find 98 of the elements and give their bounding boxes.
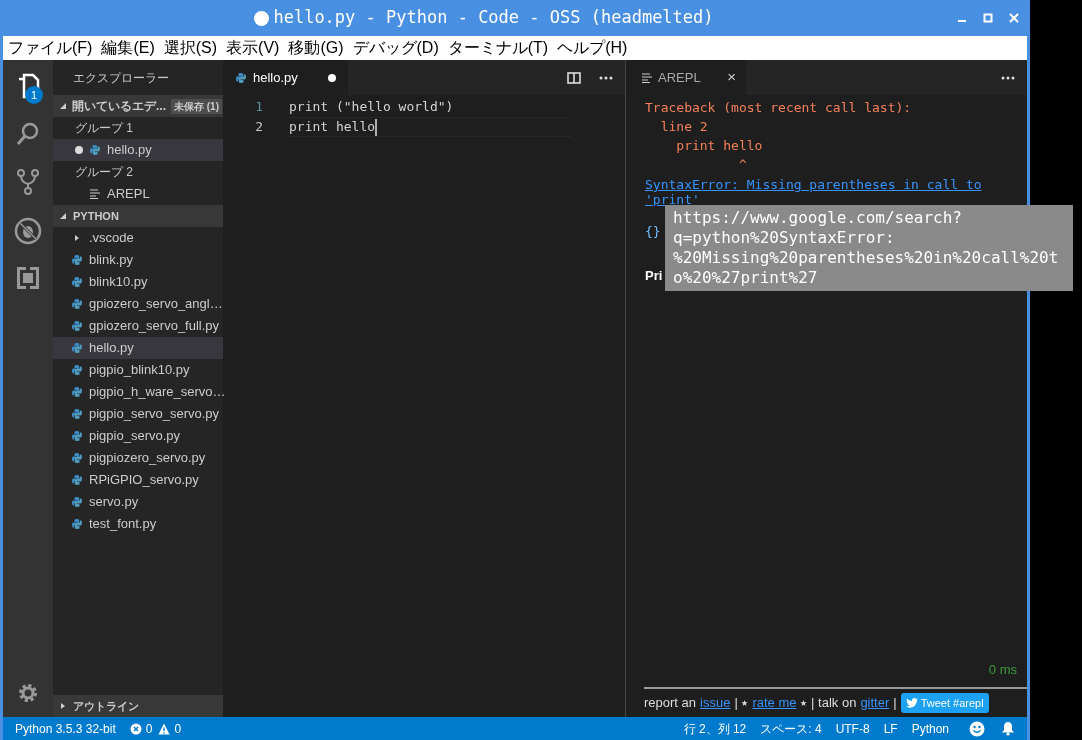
section-header[interactable]: PYTHON [53,205,223,227]
split-editor-icon[interactable] [567,71,581,84]
indentation-status[interactable]: スペース: 4 [760,719,822,738]
section-heading: Pri [645,266,663,285]
notification-badge: 1 [25,86,43,104]
close-tab-button[interactable]: × [727,66,736,89]
window-title: hello.py - Python - Code - OSS (headmelted) [273,6,714,30]
lines-icon [90,189,100,199]
line-ending-status[interactable]: LF [883,719,898,738]
traceback-line: ^ [737,156,748,174]
python-file-icon [71,320,83,332]
file-item[interactable]: .vscode [53,227,223,249]
python-file-icon [71,518,83,530]
error-icon [129,722,142,735]
menu-item[interactable]: ターミナル(T) [447,36,549,60]
python-file-icon [235,71,247,84]
cursor-position[interactable]: 行 2、列 12 [683,719,747,738]
menu-item[interactable]: ファイル(F) [8,36,93,60]
python-file-icon [89,144,101,156]
file-item[interactable]: pigpiozero_servo.py [53,447,223,469]
bird-icon [905,698,918,708]
line-number: 2 [254,118,264,137]
close-icon[interactable] [1009,13,1019,23]
menu-item[interactable]: ヘルプ(H) [557,36,628,60]
python-file-icon [71,386,83,398]
extensions-icon[interactable] [16,266,40,290]
editor-tab[interactable]: hello.py [223,60,348,95]
python-file-icon [71,254,83,266]
python-file-icon [71,430,83,442]
code-line: print ("hello world") [289,98,455,117]
file-item[interactable]: pigpio_h_ware_servo… [53,381,223,403]
unsaved-badge: 未保存 (1) [171,98,222,114]
arepl-tab[interactable]: AREPL × [626,60,746,95]
section-header[interactable]: 開いているエデ... 未保存 (1) [53,95,223,117]
python-file-icon [71,452,83,464]
encoding-status[interactable]: UTF-8 [835,719,870,738]
problems-status[interactable]: 0 0 [129,719,182,738]
open-editor-item[interactable]: AREPL [53,183,223,205]
error-link[interactable]: 'print' [645,194,1027,206]
bell-icon[interactable] [1001,721,1015,736]
traceback-line: print hello [675,137,764,155]
sidebar-title: エクスプローラー [73,69,169,87]
menu-item[interactable]: 表示(V) [226,36,280,60]
gitter-link[interactable]: gitter [860,693,890,713]
python-file-icon [71,496,83,508]
url-tooltip: https://www.google.com/search? q=python%20SyntaxError: %20Missing%20parentheses%20in%20call%20t o%20%27print%27 [665,205,1073,291]
expand-caret-icon [73,234,81,242]
search-icon[interactable] [15,121,41,147]
python-file-icon [71,408,83,420]
line-number: 1 [254,98,264,117]
file-item[interactable]: hello.py [53,337,223,359]
maximize-icon[interactable] [983,13,993,23]
file-item[interactable]: pigpio_servo_servo.py [53,403,223,425]
issue-link[interactable]: issue [700,693,731,713]
file-item[interactable]: gpiozero_servo_angl… [53,293,223,315]
interpreter-status[interactable]: Python 3.5.3 32-bit [15,719,116,738]
timing-text: 0 ms [988,660,1017,679]
warning-icon [158,722,171,735]
group-label: グループ 2 [75,164,133,181]
file-item[interactable]: blink10.py [53,271,223,293]
python-file-icon [71,276,83,288]
menu-item[interactable]: デバッグ(D) [352,36,439,60]
footer-text: | ⭑ [734,694,749,713]
braces-text: {} [645,223,661,241]
more-icon[interactable] [1001,75,1015,80]
footer-text: | [893,694,897,713]
debug-icon[interactable] [14,217,42,245]
traceback-line: Traceback (most recent call last): [645,99,913,117]
traceback-line: line 2 [659,118,709,136]
source-control-icon[interactable] [16,168,40,196]
footer-text: ⭑ | talk on [800,694,857,713]
rate-link[interactable]: rate me [752,693,797,713]
error-link[interactable]: SyntaxError: Missing parentheses in call to [645,175,1027,194]
file-item[interactable]: blink.py [53,249,223,271]
footer-text: report an [644,694,697,713]
file-item[interactable]: servo.py [53,491,223,513]
lines-icon [642,72,652,83]
python-file-icon [71,474,83,486]
smiley-icon[interactable] [969,720,985,737]
menu-item[interactable]: 移動(G) [288,36,344,60]
file-item[interactable]: pigpio_servo.py [53,425,223,447]
file-item[interactable]: test_font.py [53,513,223,535]
python-file-icon [71,342,83,354]
python-file-icon [71,364,83,376]
file-item[interactable]: gpiozero_servo_full.py [53,315,223,337]
more-icon[interactable] [599,75,613,80]
file-item[interactable]: pigpio_blink10.py [53,359,223,381]
python-file-icon [71,298,83,310]
menu-item[interactable]: 編集(E) [101,36,155,60]
code-line: print hello [289,117,571,137]
file-item[interactable]: RPiGPIO_servo.py [53,469,223,491]
code-editor[interactable]: 1 print ("hello world") 2 print hello [223,95,625,717]
menu-item[interactable]: 選択(S) [163,36,218,60]
open-editor-item[interactable]: hello.py [53,139,223,161]
language-status[interactable]: Python [911,719,949,738]
settings-icon[interactable] [16,681,40,705]
group-label: グループ 1 [75,120,133,137]
section-header[interactable]: アウトライン [53,695,223,717]
